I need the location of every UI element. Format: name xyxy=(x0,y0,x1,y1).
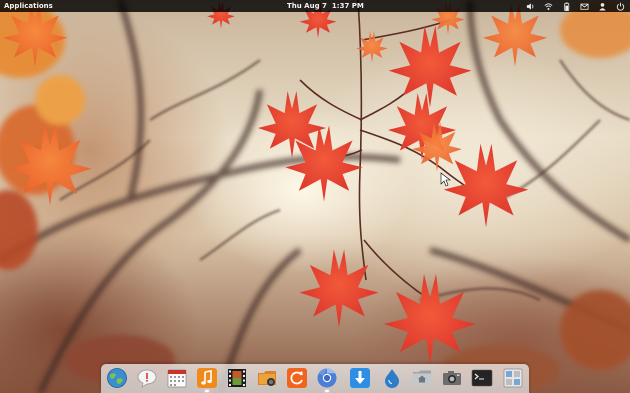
clock-date: Thu Aug 7 xyxy=(287,2,327,10)
music-note-icon[interactable] xyxy=(196,367,218,389)
settings-icon[interactable] xyxy=(502,367,524,389)
droplet-icon[interactable] xyxy=(381,367,403,389)
chat-bubble-icon[interactable] xyxy=(136,367,158,389)
dock xyxy=(101,364,529,393)
terminal-icon[interactable] xyxy=(471,367,493,389)
running-indicator-music xyxy=(205,390,209,392)
user-icon[interactable] xyxy=(598,2,607,11)
clock-time: 1:37 PM xyxy=(331,2,364,10)
home-folder-icon[interactable] xyxy=(411,367,433,389)
battery-icon[interactable] xyxy=(562,1,571,11)
desktop[interactable]: Applications Thu Aug 7 1:37 PM xyxy=(0,0,630,393)
film-icon[interactable] xyxy=(226,367,248,389)
refresh-icon[interactable] xyxy=(286,367,308,389)
camera-icon[interactable] xyxy=(441,367,463,389)
running-indicator-chromium xyxy=(325,390,329,392)
power-icon[interactable] xyxy=(616,2,625,11)
wallpaper-autumn-leaves xyxy=(0,0,630,393)
applications-menu[interactable]: Applications xyxy=(4,0,53,12)
photo-icon[interactable] xyxy=(256,367,278,389)
globe-icon[interactable] xyxy=(106,367,128,389)
mail-icon[interactable] xyxy=(580,2,589,11)
calendar-icon[interactable] xyxy=(166,367,188,389)
indicator-area xyxy=(526,0,625,12)
chromium-icon[interactable] xyxy=(316,367,338,389)
wifi-icon[interactable] xyxy=(544,2,553,11)
top-panel: Applications Thu Aug 7 1:37 PM xyxy=(0,0,630,12)
download-icon[interactable] xyxy=(349,367,371,389)
speaker-icon[interactable] xyxy=(526,2,535,11)
clock[interactable]: Thu Aug 7 1:37 PM xyxy=(287,0,369,12)
